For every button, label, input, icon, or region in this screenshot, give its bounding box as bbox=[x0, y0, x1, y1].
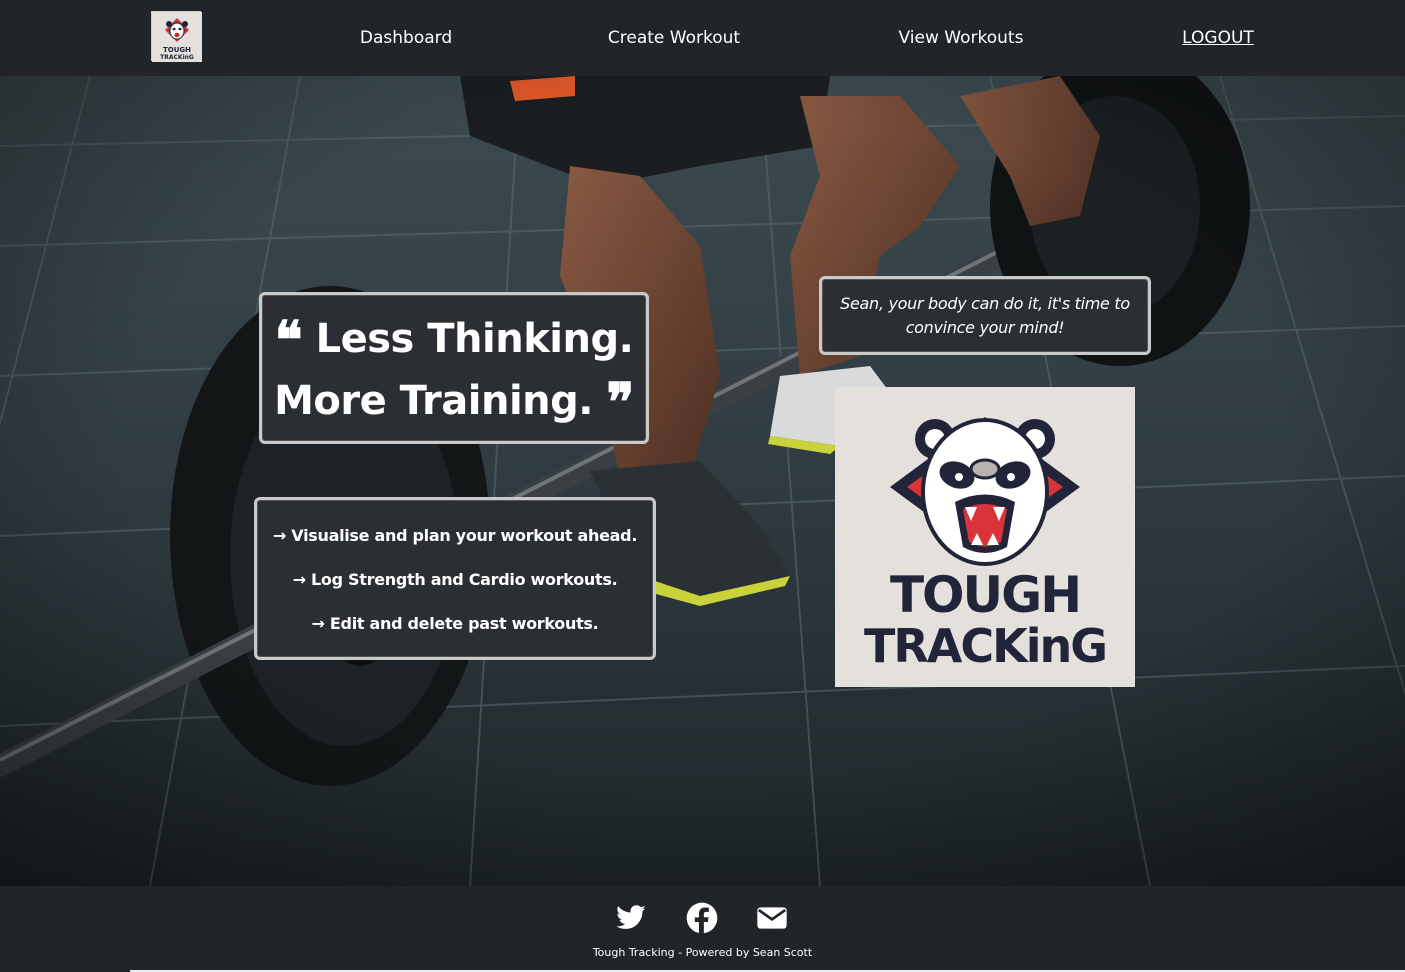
envelope-icon[interactable] bbox=[755, 902, 789, 934]
logo-text-tough: TOUGH bbox=[890, 566, 1080, 624]
feature-item-visualise: → Visualise and plan your workout ahead. bbox=[272, 526, 638, 545]
bear-logo-icon: TOUGH TRACKinG bbox=[152, 12, 202, 62]
tagline-box: ❝ Less Thinking. More Training. ❞ bbox=[259, 292, 649, 444]
logo-text-tracking: TRACKinG bbox=[864, 619, 1106, 673]
hero-section: ❝ Less Thinking. More Training. ❞ → Visu… bbox=[0, 76, 1405, 886]
svg-text:TOUGH: TOUGH bbox=[163, 46, 191, 54]
tagline-line-1: ❝ Less Thinking. bbox=[262, 295, 646, 371]
nav-link-dashboard[interactable]: Dashboard bbox=[360, 28, 452, 48]
tagline-more-training: More Training. bbox=[274, 378, 593, 424]
nav-link-create-workout[interactable]: Create Workout bbox=[608, 28, 740, 48]
facebook-icon[interactable] bbox=[685, 902, 719, 934]
motivation-box: Sean, your body can do it, it's time to … bbox=[819, 276, 1151, 355]
tagline-line-2: More Training. ❞ bbox=[262, 371, 646, 433]
svg-text:TRACKinG: TRACKinG bbox=[160, 54, 194, 61]
feature-item-edit: → Edit and delete past workouts. bbox=[311, 614, 599, 633]
footer-credit: Tough Tracking - Powered by Sean Scott bbox=[592, 946, 813, 959]
open-quote-icon: ❝ bbox=[274, 310, 303, 371]
top-navbar: TOUGH TRACKinG Dashboard Create Workout … bbox=[0, 0, 1405, 76]
brand-logo[interactable]: TOUGH TRACKinG bbox=[151, 11, 202, 62]
bear-logo-icon: TOUGH TRACKinG bbox=[835, 387, 1135, 687]
tagline-less-thinking: Less Thinking. bbox=[315, 316, 634, 362]
nav-link-logout[interactable]: LOGOUT bbox=[1182, 28, 1254, 48]
gym-background-image bbox=[0, 76, 1405, 886]
motivation-text: Sean, your body can do it, it's time to … bbox=[840, 294, 1130, 337]
nav-link-view-workouts[interactable]: View Workouts bbox=[899, 28, 1024, 48]
hero-logo: TOUGH TRACKinG bbox=[835, 387, 1135, 687]
feature-item-log: → Log Strength and Cardio workouts. bbox=[292, 570, 618, 589]
page-footer: Tough Tracking - Powered by Sean Scott bbox=[0, 886, 1405, 972]
close-quote-icon: ❞ bbox=[606, 372, 634, 433]
twitter-icon[interactable] bbox=[614, 902, 648, 934]
features-box: → Visualise and plan your workout ahead.… bbox=[254, 497, 656, 660]
